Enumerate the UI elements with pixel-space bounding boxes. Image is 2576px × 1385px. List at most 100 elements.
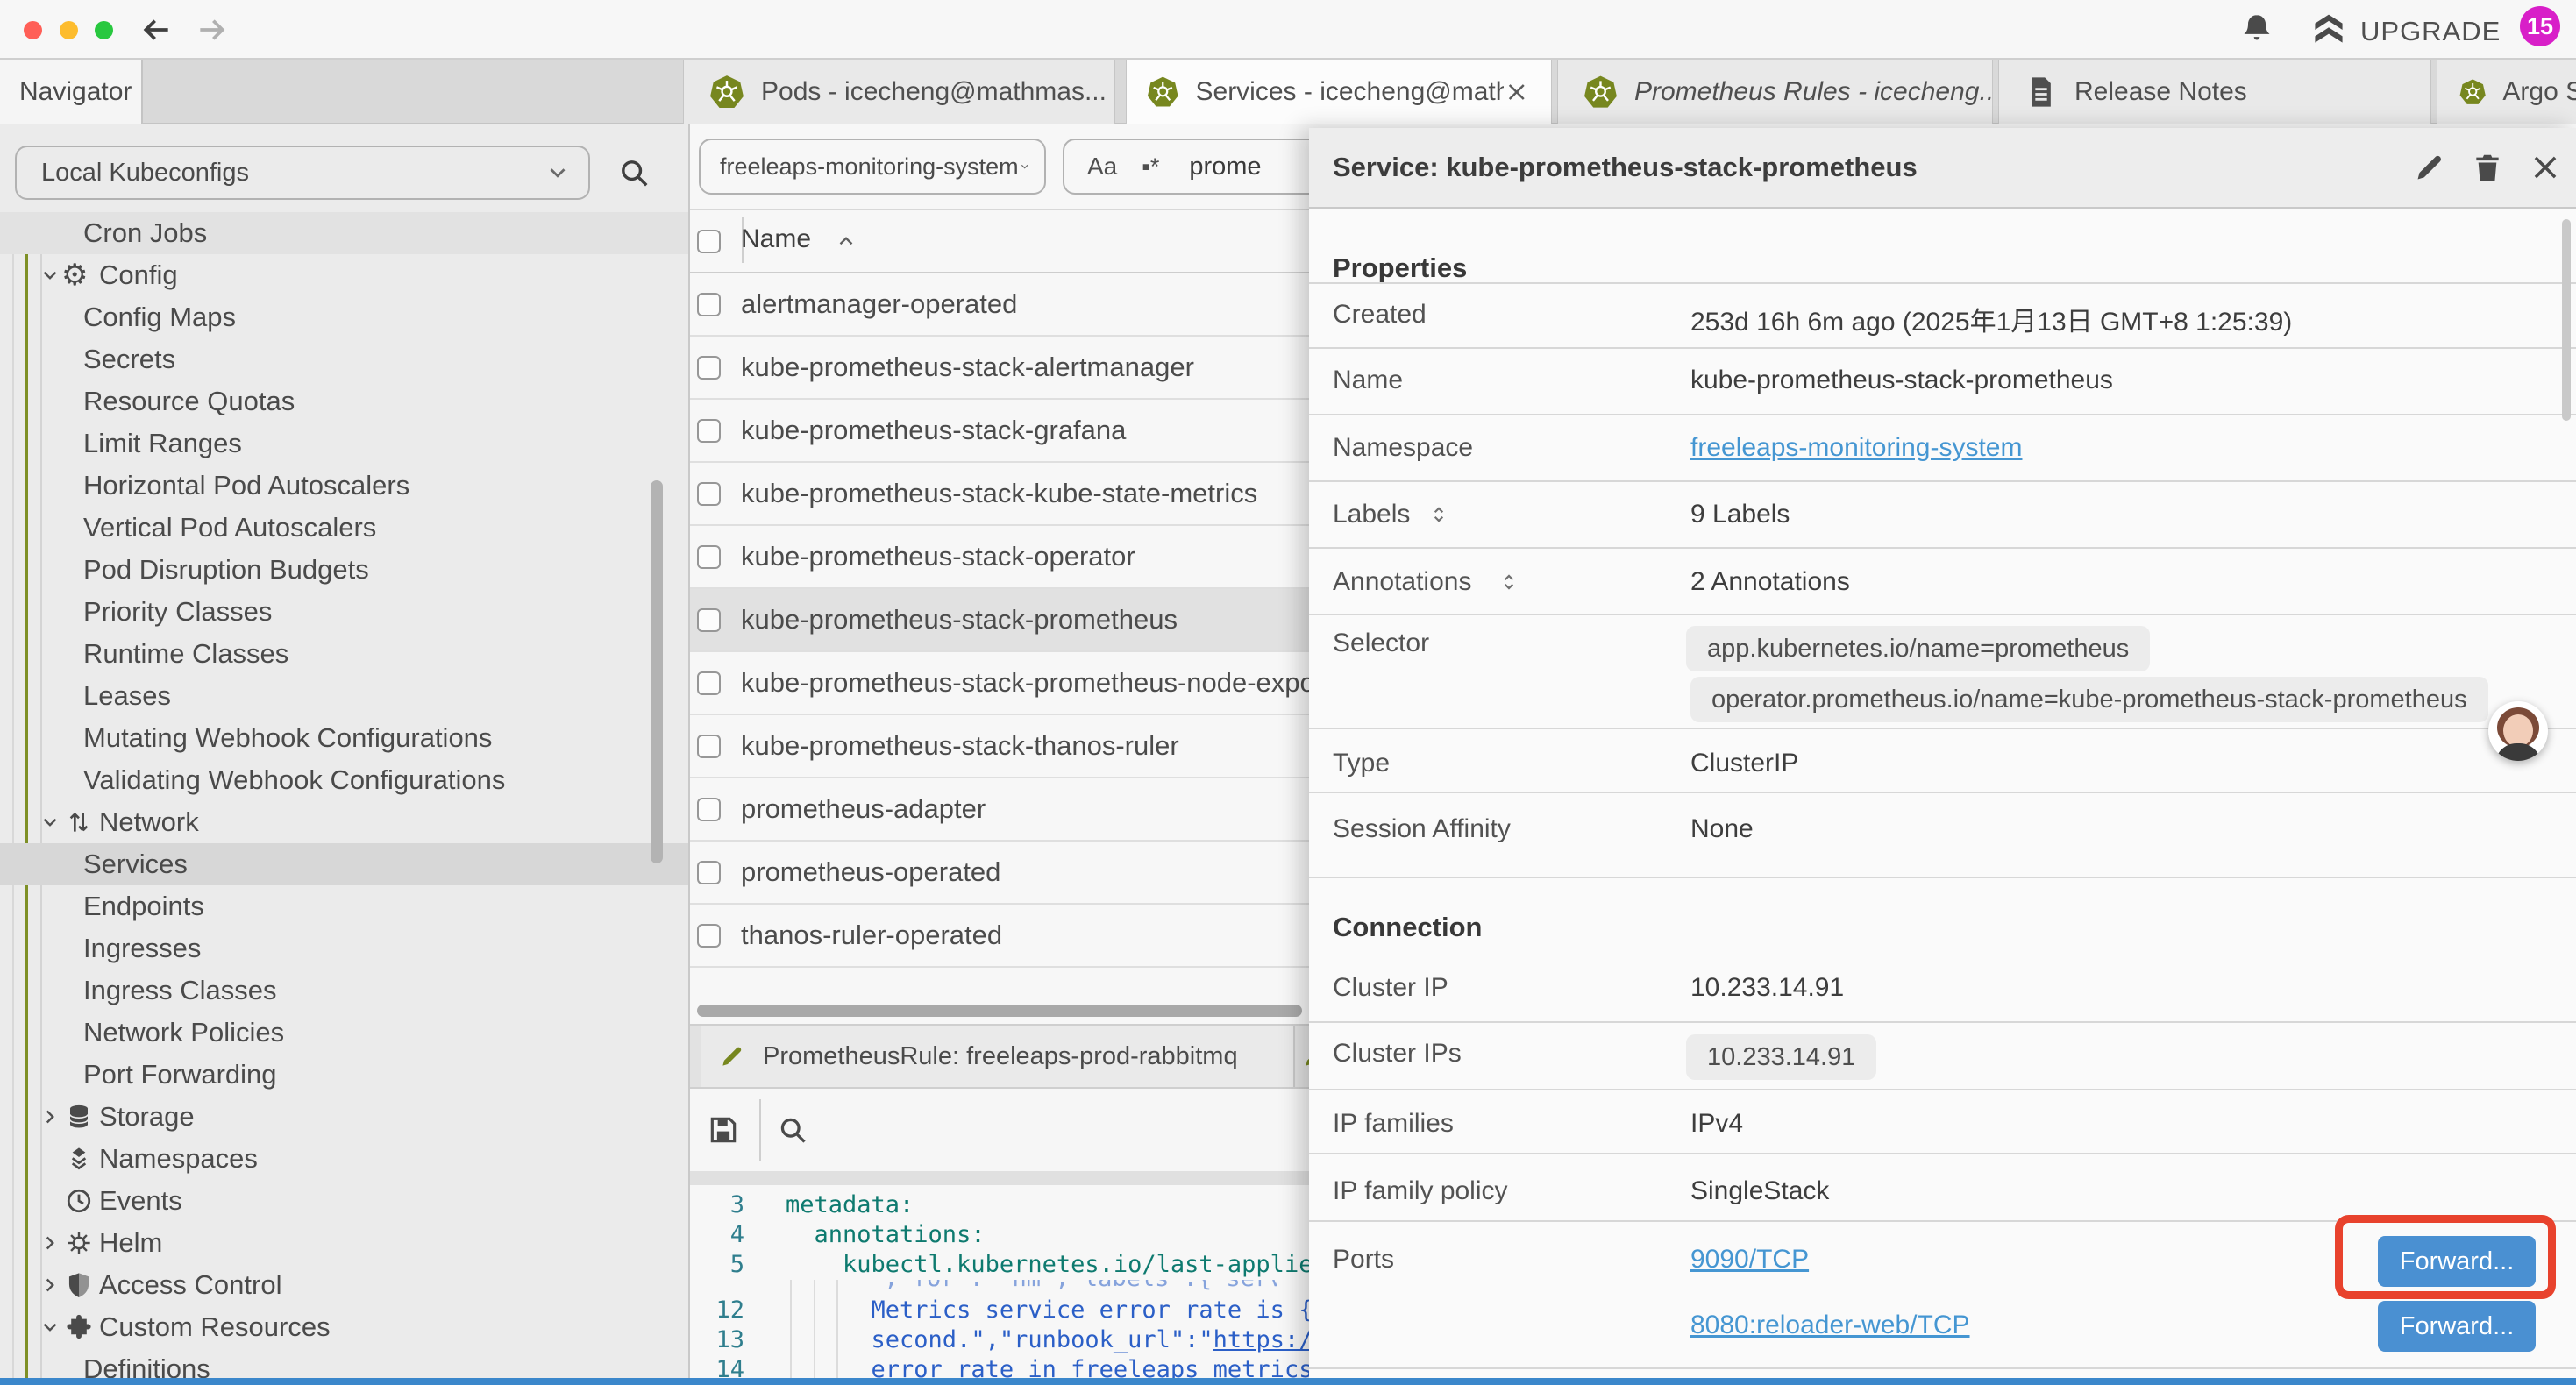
row-checkbox[interactable]	[697, 482, 721, 506]
tab-services[interactable]: Services - icecheng@math...	[1126, 60, 1552, 124]
row-checkbox[interactable]	[697, 608, 721, 632]
close-panel-icon[interactable]	[2529, 151, 2562, 184]
row-checkbox[interactable]	[697, 293, 721, 316]
table-row[interactable]: alertmanager-operated	[690, 273, 1309, 337]
table-row[interactable]: thanos-ruler-operated	[690, 905, 1309, 968]
sidebar-item-events[interactable]: Events	[0, 1180, 688, 1222]
match-case-toggle[interactable]: Aa	[1087, 153, 1117, 181]
sidebar-item-config-maps[interactable]: Config Maps	[0, 296, 688, 338]
upgrade-label[interactable]: UPGRADE	[2360, 16, 2501, 47]
row-checkbox[interactable]	[697, 356, 721, 380]
select-all-checkbox[interactable]	[697, 230, 721, 253]
forward-icon[interactable]	[195, 13, 228, 46]
chevron-right-icon[interactable]	[39, 1274, 61, 1296]
editor-search-icon[interactable]	[777, 1114, 808, 1146]
chevron-right-icon[interactable]	[39, 1232, 61, 1254]
tab-navigator[interactable]: Navigator	[0, 60, 143, 124]
tab-pods[interactable]: Pods - icecheng@mathmas...	[683, 60, 1115, 124]
tab-prometheus-rules[interactable]: Prometheus Rules - icecheng...	[1557, 60, 1993, 124]
table-row[interactable]: kube-prometheus-stack-thanos-ruler	[690, 715, 1309, 778]
tab-release-notes[interactable]: Release Notes	[1998, 60, 2431, 124]
namespace-link[interactable]: freeleaps-monitoring-system	[1690, 433, 2022, 463]
panel-scrollbar[interactable]	[2562, 219, 2571, 421]
sidebar-group-network[interactable]: Network	[0, 801, 688, 843]
forward-port-button[interactable]: Forward...	[2378, 1301, 2536, 1352]
chevron-right-icon[interactable]	[39, 1105, 61, 1128]
sidebar-item-pod-disruption-budgets[interactable]: Pod Disruption Budgets	[0, 549, 688, 591]
row-checkbox[interactable]	[697, 419, 721, 443]
table-row-selected[interactable]: kube-prometheus-stack-prometheus	[690, 589, 1309, 652]
chevron-down-icon[interactable]	[39, 1316, 61, 1339]
sidebar-item-label: Runtime Classes	[83, 633, 288, 675]
sidebar-group-custom-resources[interactable]: Custom Resources	[0, 1306, 688, 1348]
row-checkbox[interactable]	[697, 671, 721, 695]
sidebar-item-cron-jobs[interactable]: Cron Jobs	[0, 212, 688, 254]
sidebar-item-vertical-pod-autoscalers[interactable]: Vertical Pod Autoscalers	[0, 507, 688, 549]
sidebar-item-label: Mutating Webhook Configurations	[83, 717, 492, 759]
sidebar-item-resource-quotas[interactable]: Resource Quotas	[0, 380, 688, 423]
sidebar-item-namespaces[interactable]: Namespaces	[0, 1138, 688, 1180]
sidebar-item-endpoints[interactable]: Endpoints	[0, 885, 688, 927]
sidebar-item-ingresses[interactable]: Ingresses	[0, 927, 688, 970]
minimize-window-button[interactable]	[60, 21, 78, 39]
row-checkbox[interactable]	[697, 735, 721, 758]
name-column-header[interactable]: Name	[741, 224, 811, 254]
sidebar-scrollbar[interactable]	[651, 480, 663, 863]
expand-collapse-icon[interactable]	[1498, 571, 1520, 593]
row-checkbox[interactable]	[697, 861, 721, 884]
editor-tab-prometheusrule[interactable]: PrometheusRule: freeleaps-prod-rabbitmq	[701, 1026, 1295, 1087]
code-link[interactable]: https://net	[1213, 1326, 1309, 1353]
upgrade-icon[interactable]	[2309, 11, 2348, 49]
avatar[interactable]	[2488, 701, 2548, 761]
kubeconfig-selector-value: Local Kubeconfigs	[41, 159, 249, 188]
port-link[interactable]: 8080:reloader-web/TCP	[1690, 1310, 1970, 1340]
save-icon[interactable]	[707, 1113, 740, 1147]
sidebar-group-helm[interactable]: Helm	[0, 1222, 688, 1264]
port-link[interactable]: 9090/TCP	[1690, 1245, 1809, 1275]
row-checkbox[interactable]	[697, 545, 721, 569]
sidebar-group-access-control[interactable]: Access Control	[0, 1264, 688, 1306]
horizontal-scrollbar[interactable]	[697, 1005, 1302, 1017]
chevron-down-icon[interactable]	[39, 811, 61, 834]
search-input[interactable]: Aa ▪* prome	[1063, 138, 1309, 195]
regex-toggle[interactable]: ▪*	[1142, 153, 1159, 181]
namespace-filter-dropdown[interactable]: freeleaps-monitoring-system	[699, 138, 1046, 195]
chevron-down-icon[interactable]	[39, 264, 61, 287]
sidebar-item-services[interactable]: Services	[0, 843, 688, 885]
table-row[interactable]: kube-prometheus-stack-alertmanager	[690, 337, 1309, 400]
sidebar-item-port-forwarding[interactable]: Port Forwarding	[0, 1054, 688, 1096]
sidebar-item-runtime-classes[interactable]: Runtime Classes	[0, 633, 688, 675]
sidebar-item-leases[interactable]: Leases	[0, 675, 688, 717]
row-checkbox[interactable]	[697, 924, 721, 948]
kubeconfig-selector[interactable]: Local Kubeconfigs	[15, 146, 590, 200]
close-window-button[interactable]	[24, 21, 42, 39]
row-checkbox[interactable]	[697, 798, 721, 821]
table-row[interactable]: kube-prometheus-stack-prometheus-node-ex…	[690, 652, 1309, 715]
table-row[interactable]: kube-prometheus-stack-kube-state-metrics	[690, 463, 1309, 526]
expand-collapse-icon[interactable]	[1427, 503, 1450, 526]
sidebar-item-horizontal-pod-autoscalers[interactable]: Horizontal Pod Autoscalers	[0, 465, 688, 507]
sidebar-item-limit-ranges[interactable]: Limit Ranges	[0, 423, 688, 465]
notifications-bell-icon[interactable]	[2239, 11, 2274, 46]
table-row[interactable]: prometheus-operated	[690, 842, 1309, 905]
sidebar-item-validating-webhook-configurations[interactable]: Validating Webhook Configurations	[0, 759, 688, 801]
sidebar-search-icon[interactable]	[617, 156, 651, 189]
sidebar-item-priority-classes[interactable]: Priority Classes	[0, 591, 688, 633]
tab-argo[interactable]: Argo Se	[2437, 60, 2576, 124]
sort-ascending-icon[interactable]	[835, 230, 857, 252]
table-row[interactable]: prometheus-adapter	[690, 778, 1309, 842]
sidebar-group-storage[interactable]: Storage	[0, 1096, 688, 1138]
sidebar-item-mutating-webhook-configurations[interactable]: Mutating Webhook Configurations	[0, 717, 688, 759]
table-row[interactable]: kube-prometheus-stack-grafana	[690, 400, 1309, 463]
maximize-window-button[interactable]	[95, 21, 113, 39]
edit-pencil-icon[interactable]	[2413, 151, 2446, 184]
sidebar-item-secrets[interactable]: Secrets	[0, 338, 688, 380]
sidebar-group-config[interactable]: ⚙ Config	[0, 254, 688, 296]
notification-count-badge[interactable]: 15	[2520, 6, 2560, 46]
sidebar-item-ingress-classes[interactable]: Ingress Classes	[0, 970, 688, 1012]
sidebar-item-network-policies[interactable]: Network Policies	[0, 1012, 688, 1054]
close-tab-icon[interactable]	[1505, 79, 1529, 105]
back-icon[interactable]	[140, 13, 174, 46]
table-row[interactable]: kube-prometheus-stack-operator	[690, 526, 1309, 589]
delete-trash-icon[interactable]	[2471, 151, 2504, 184]
